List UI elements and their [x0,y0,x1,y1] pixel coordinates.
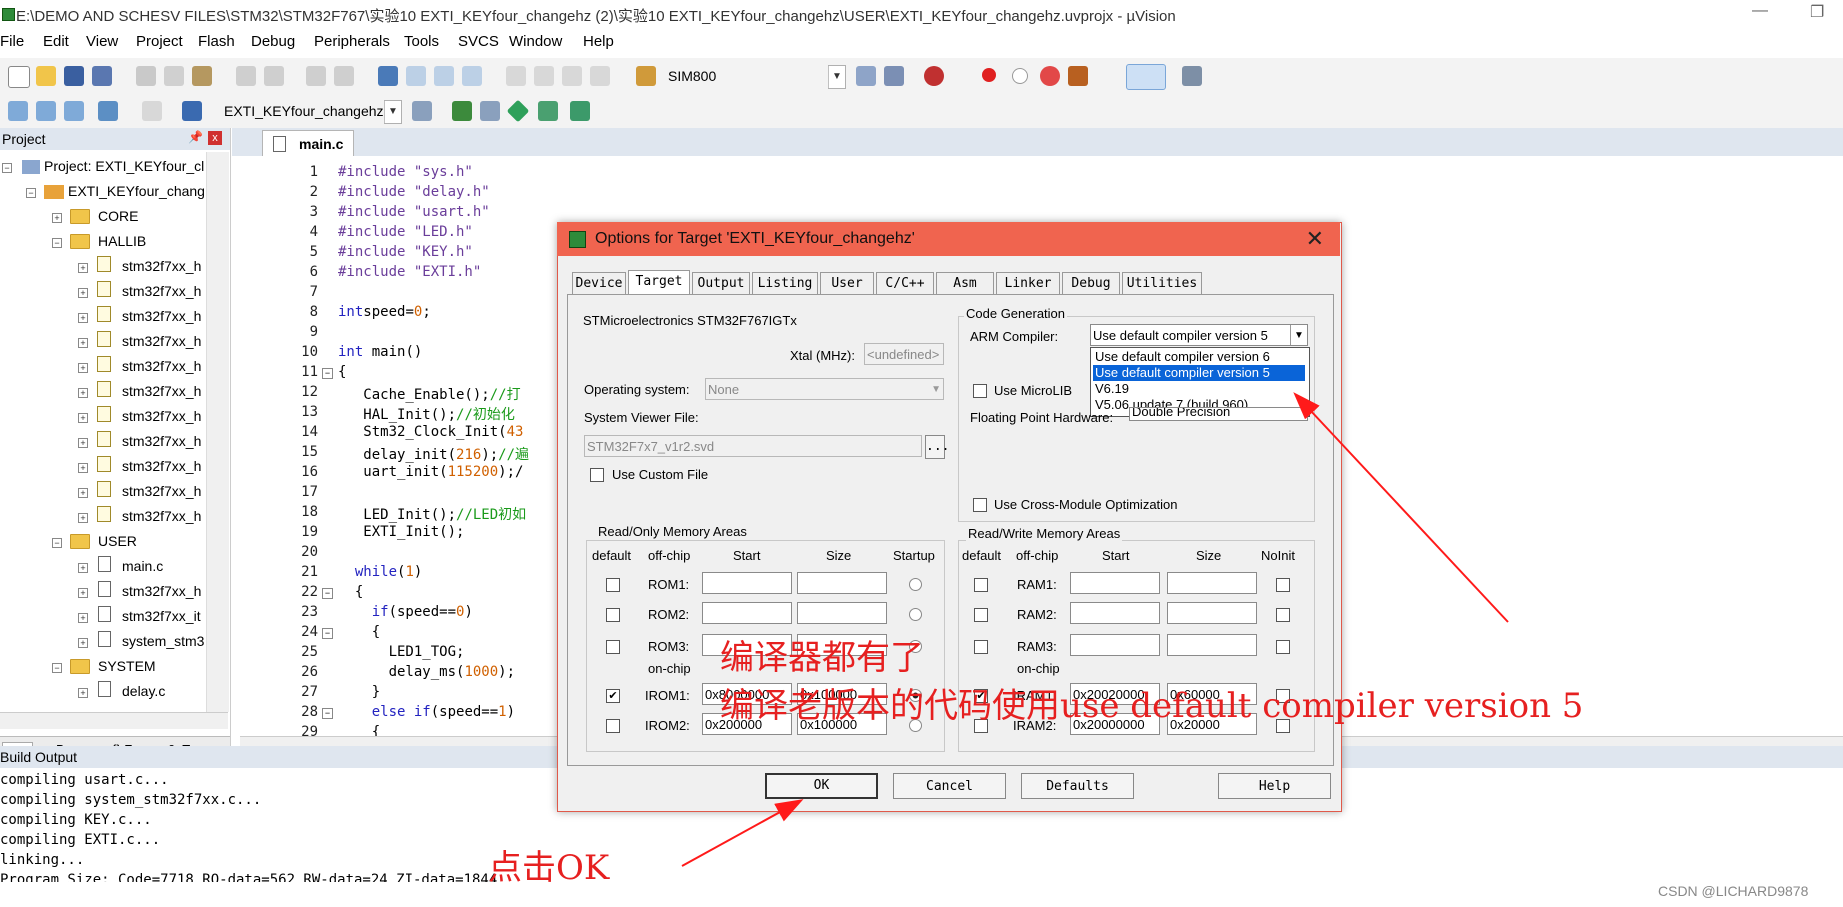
arrow-to-ok-button [681,799,804,867]
arrow-to-compiler-dropdown [1293,392,1509,623]
watermark: CSDN @LICHARD9878 [1658,883,1809,899]
annotation-arrows [681,392,1509,867]
